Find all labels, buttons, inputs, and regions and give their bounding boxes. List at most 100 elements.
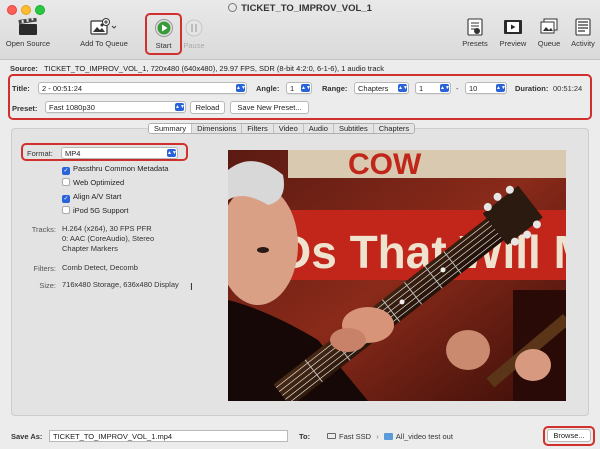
tracks-label: Tracks: bbox=[31, 225, 56, 234]
queue-label: Queue bbox=[537, 39, 561, 48]
film-clapper-icon bbox=[18, 18, 37, 35]
chevron-right-icon: › bbox=[376, 432, 379, 441]
preset-label: Preset: bbox=[12, 104, 38, 113]
range-label: Range: bbox=[322, 84, 348, 93]
range-type-popup[interactable]: Chapters ▲▼ bbox=[354, 82, 409, 94]
drive-icon bbox=[327, 433, 336, 439]
title-value: 2 - 00:51:24 bbox=[42, 84, 83, 93]
pause-button[interactable]: Pause bbox=[181, 18, 207, 50]
angle-label: Angle: bbox=[256, 84, 280, 93]
folder-icon bbox=[383, 433, 393, 440]
range-to-value: 10 bbox=[469, 84, 478, 93]
queue-icon bbox=[540, 18, 558, 34]
destination-path[interactable]: Fast SSD › All_video test out bbox=[327, 432, 453, 441]
document-icon bbox=[228, 3, 238, 12]
source-label: Source: bbox=[10, 64, 38, 73]
source-value: TICKET_TO_IMPROV_VOL_1, 720x480 (640x480… bbox=[44, 64, 385, 73]
tab-chapters[interactable]: Chapters bbox=[373, 124, 415, 133]
source-info: Source: TICKET_TO_IMPROV_VOL_1, 720x480 … bbox=[10, 64, 384, 73]
duration-label: Duration: bbox=[515, 84, 549, 93]
range-from-value: 1 bbox=[419, 84, 424, 93]
add-to-queue-button[interactable]: Add To Queue bbox=[76, 18, 132, 48]
play-icon bbox=[154, 19, 173, 37]
filters-label: Filters: bbox=[33, 264, 57, 273]
preview-image[interactable]: COW Ds That Will M bbox=[228, 150, 566, 401]
browse-button[interactable]: Browse... bbox=[547, 429, 591, 442]
track-chapters: Chapter Markers bbox=[62, 244, 118, 253]
save-new-preset-button[interactable]: Save New Preset... bbox=[230, 101, 309, 114]
queue-button[interactable]: Queue bbox=[535, 18, 563, 48]
presets-button[interactable]: Presets bbox=[460, 18, 490, 48]
track-audio: 0: AAC (CoreAudio), Stereo bbox=[62, 234, 155, 243]
drive-name: Fast SSD bbox=[339, 432, 372, 441]
start-label: Start bbox=[155, 41, 172, 50]
preset-popup[interactable]: Fast 1080p30 ▲▼ bbox=[45, 101, 186, 113]
tab-bar: Summary Dimensions Filters Video Audio S… bbox=[148, 123, 416, 134]
tab-subtitles[interactable]: Subtitles bbox=[333, 124, 374, 133]
tab-dimensions[interactable]: Dimensions bbox=[192, 124, 243, 133]
reload-button[interactable]: Reload bbox=[190, 101, 225, 114]
angle-value: 1 bbox=[290, 84, 295, 93]
size-label: Size: bbox=[39, 281, 56, 290]
to-label: To: bbox=[299, 432, 311, 441]
track-video: H.264 (x264), 30 FPS PFR bbox=[62, 224, 152, 233]
tab-audio[interactable]: Audio bbox=[303, 124, 334, 133]
save-as-value: TICKET_TO_IMPROV_VOL_1.mp4 bbox=[53, 432, 173, 441]
range-from-popup[interactable]: 1 ▲▼ bbox=[415, 82, 451, 94]
chevron-updown-icon: ▲▼ bbox=[496, 84, 506, 92]
add-to-queue-label: Add To Queue bbox=[80, 39, 128, 48]
format-label: Format: bbox=[27, 149, 53, 158]
align-av-start-label: Align A/V Start bbox=[73, 192, 122, 201]
add-photo-icon bbox=[90, 18, 117, 35]
passthru-metadata-checkbox[interactable]: ✓ Passthru Common Metadata bbox=[62, 164, 168, 175]
start-button[interactable]: Start bbox=[146, 18, 181, 50]
chevron-updown-icon: ▲▼ bbox=[301, 84, 311, 92]
checkbox-empty-icon bbox=[62, 206, 70, 214]
activity-label: Activity bbox=[571, 39, 595, 48]
chevron-updown-icon: ▲▼ bbox=[440, 84, 450, 92]
preset-value: Fast 1080p30 bbox=[49, 103, 95, 112]
checkbox-empty-icon bbox=[62, 178, 70, 186]
preview-film-icon bbox=[504, 20, 522, 34]
range-separator: - bbox=[456, 84, 459, 93]
title-popup[interactable]: 2 - 00:51:24 ▲▼ bbox=[38, 82, 247, 94]
tab-filters[interactable]: Filters bbox=[242, 124, 274, 133]
presets-label: Presets bbox=[462, 39, 488, 48]
tab-summary[interactable]: Summary bbox=[149, 124, 193, 133]
guitarist-video-frame: COW Ds That Will M bbox=[228, 150, 566, 401]
web-optimized-checkbox[interactable]: Web Optimized bbox=[62, 178, 124, 187]
preview-button[interactable]: Preview bbox=[497, 18, 529, 48]
pause-label: Pause bbox=[183, 41, 205, 50]
format-value: MP4 bbox=[65, 149, 81, 158]
activity-log-icon bbox=[575, 18, 591, 36]
checkmark-icon: ✓ bbox=[62, 167, 70, 175]
window-title-text: TICKET_TO_IMPROV_VOL_1 bbox=[241, 3, 372, 14]
chevron-updown-icon: ▲▼ bbox=[236, 84, 246, 92]
passthru-metadata-label: Passthru Common Metadata bbox=[73, 164, 169, 173]
open-source-label: Open Source bbox=[5, 39, 51, 48]
toolbar: TICKET_TO_IMPROV_VOL_1 Open Source Add T… bbox=[0, 0, 600, 60]
ipod-5g-checkbox[interactable]: iPod 5G Support bbox=[62, 206, 128, 215]
open-source-button[interactable]: Open Source bbox=[4, 18, 52, 48]
text-cursor-icon: I bbox=[190, 282, 193, 293]
duration-value: 00:51:24 bbox=[553, 84, 583, 93]
angle-popup[interactable]: 1 ▲▼ bbox=[286, 82, 312, 94]
tracks-value: H.264 (x264), 30 FPS PFR 0: AAC (CoreAud… bbox=[62, 224, 154, 254]
align-av-start-checkbox[interactable]: ✓ Align A/V Start bbox=[62, 192, 121, 203]
range-to-popup[interactable]: 10 ▲▼ bbox=[465, 82, 507, 94]
web-optimized-label: Web Optimized bbox=[73, 178, 125, 187]
presets-icon bbox=[467, 18, 483, 36]
title-label: Title: bbox=[12, 84, 30, 93]
range-type-value: Chapters bbox=[358, 84, 389, 93]
save-as-field[interactable]: TICKET_TO_IMPROV_VOL_1.mp4 bbox=[49, 430, 288, 442]
filters-value: Comb Detect, Decomb bbox=[62, 263, 138, 272]
preview-label: Preview bbox=[499, 39, 527, 48]
tab-video[interactable]: Video bbox=[273, 124, 304, 133]
format-popup[interactable]: MP4 ▲▼ bbox=[61, 147, 178, 159]
checkmark-icon: ✓ bbox=[62, 195, 70, 203]
chevron-updown-icon: ▲▼ bbox=[167, 149, 177, 157]
activity-button[interactable]: Activity bbox=[568, 18, 598, 48]
save-as-label: Save As: bbox=[11, 432, 43, 441]
window-title: TICKET_TO_IMPROV_VOL_1 bbox=[0, 3, 600, 14]
svg-text:COW: COW bbox=[348, 150, 422, 181]
